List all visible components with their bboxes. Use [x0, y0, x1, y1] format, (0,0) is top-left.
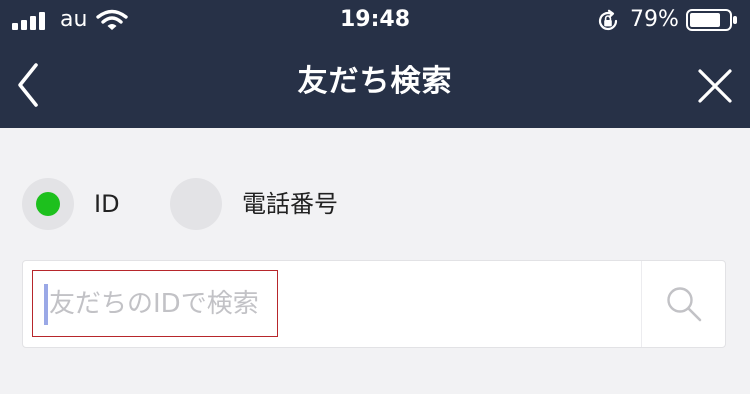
search-input[interactable] — [37, 275, 637, 333]
radio-label-phone: 電話番号 — [242, 190, 338, 218]
rotation-lock-icon — [598, 9, 618, 31]
nav-bar: 友だち検索 — [0, 40, 750, 128]
radio-button-id[interactable] — [22, 178, 74, 230]
app-header: au 19:48 79% 友だち検索 — [0, 0, 750, 128]
battery-percentage: 79% — [630, 7, 679, 32]
radio-selected-indicator — [36, 192, 60, 216]
search-icon — [667, 287, 702, 322]
radio-button-phone[interactable] — [170, 178, 222, 230]
search-button[interactable] — [642, 261, 726, 347]
search-by-phone-option[interactable]: 電話番号 — [170, 178, 370, 230]
search-box — [22, 260, 726, 348]
search-by-id-option[interactable]: ID — [22, 178, 132, 230]
battery-icon — [686, 9, 737, 31]
page-title: 友だち検索 — [297, 64, 453, 99]
close-icon[interactable] — [692, 64, 738, 108]
chevron-left-icon[interactable] — [10, 60, 50, 110]
status-bar: au 19:48 79% — [0, 0, 750, 40]
radio-label-id: ID — [94, 190, 120, 218]
